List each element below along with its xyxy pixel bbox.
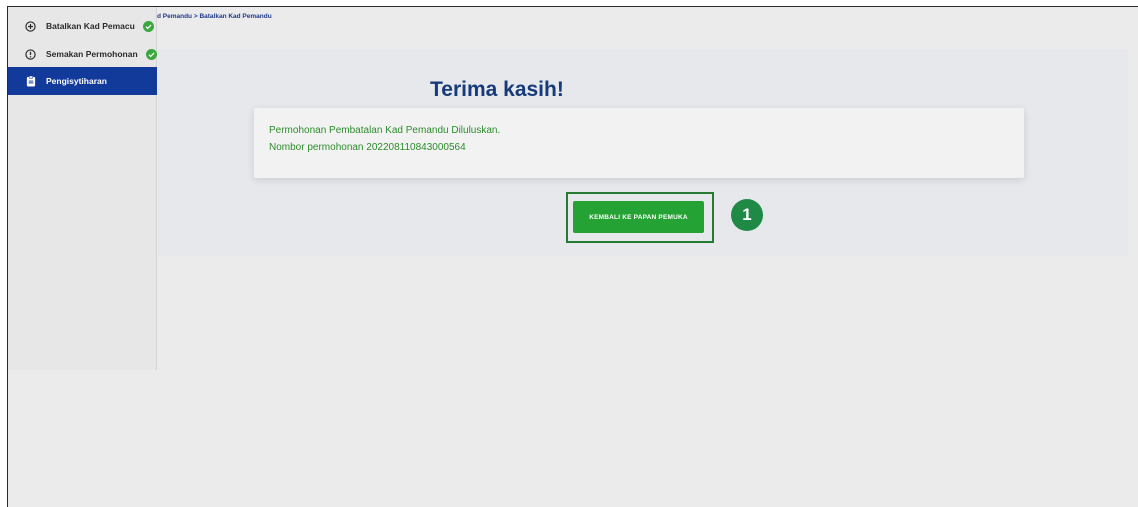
breadcrumb: d Pemandu > Batalkan Kad Pemandu <box>157 13 272 20</box>
sidebar-item-pengisytiharan[interactable]: Pengisytiharan <box>8 67 157 95</box>
message-card: Permohonan Pembatalan Kad Pemandu Dilulu… <box>254 108 1024 178</box>
plus-circle-icon <box>25 20 36 32</box>
sidebar-item-semakan[interactable]: Semakan Permohonan <box>8 40 157 68</box>
back-to-dashboard-button[interactable]: KEMBALI KE PAPAN PEMUKA <box>573 201 704 233</box>
application-number: Nombor permohonan 202208110843000564 <box>269 142 466 153</box>
approval-message: Permohonan Pembatalan Kad Pemandu Dilulu… <box>269 125 501 136</box>
sidebar-item-batalkan-kad[interactable]: Batalkan Kad Pemacu <box>8 12 157 40</box>
sidebar-item-label: Semakan Permohonan <box>46 49 138 59</box>
sidebar-item-label: Batalkan Kad Pemacu <box>46 21 135 31</box>
page-title: Terima kasih! <box>430 78 564 101</box>
sidebar-item-label: Pengisytiharan <box>46 76 107 86</box>
sidebar: Batalkan Kad Pemacu Semakan Permohonan P… <box>8 7 157 370</box>
info-circle-icon <box>25 48 36 60</box>
clipboard-icon <box>25 75 36 87</box>
step-badge: 1 <box>731 199 763 231</box>
check-circle-icon <box>142 20 154 32</box>
check-circle-icon <box>145 48 157 60</box>
